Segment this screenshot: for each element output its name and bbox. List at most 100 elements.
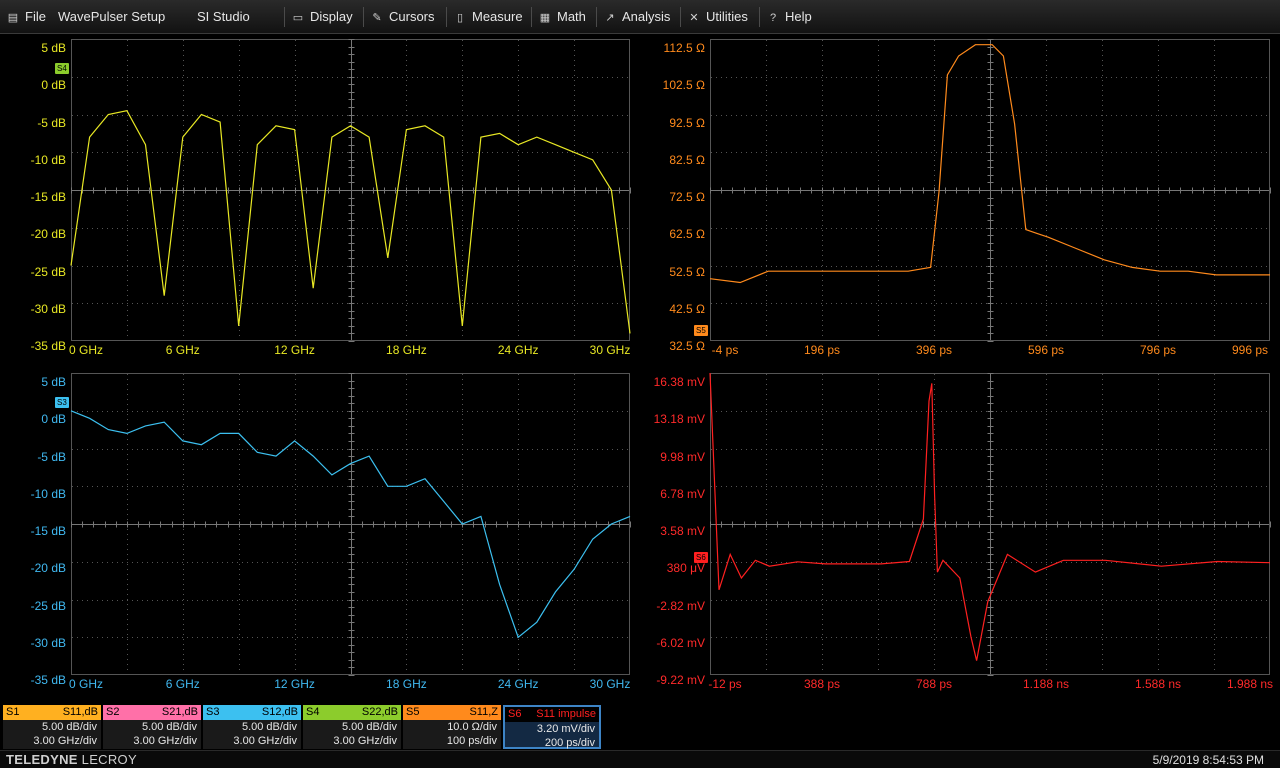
- y-axis-label: 112.5 Ω: [663, 41, 705, 55]
- x-axis-label: 1.188 ns: [1022, 677, 1070, 691]
- y-axis-label: -30 dB: [30, 301, 66, 316]
- grid-bottom-left[interactable]: [70, 373, 631, 676]
- trace-marker[interactable]: S4: [55, 63, 69, 74]
- menu-wavepulser-setup-label: WavePulser Setup: [58, 9, 166, 24]
- descriptor-name: S4: [306, 706, 320, 718]
- x-axis-label: 196 ps: [803, 343, 841, 357]
- y-axis-label: -15 dB: [30, 524, 66, 538]
- trace-marker[interactable]: S3: [55, 397, 69, 408]
- trace-line: [70, 110, 631, 334]
- descriptor-s3[interactable]: S3 S12,dB 5.00 dB/div 3.00 GHz/div: [203, 705, 301, 749]
- menu-display-label: Display: [310, 9, 353, 24]
- menu-bar: ▤ File WavePulser Setup SI Studio ▭ Displa…: [0, 0, 1280, 34]
- menu-file-label: File: [25, 9, 46, 24]
- grid-top-right[interactable]: [709, 39, 1271, 342]
- descriptor-hscale: 100 ps/div: [446, 735, 497, 747]
- y-axis-label: -9.22 mV: [656, 673, 705, 687]
- display-icon: ▭: [292, 12, 304, 24]
- descriptor-name: S6: [508, 708, 522, 720]
- help-icon: ?: [769, 12, 777, 24]
- y-axis-label: -25 dB: [30, 598, 66, 613]
- y-axis-label: -6.02 mV: [656, 635, 705, 650]
- descriptor-vscale: 5.00 dB/div: [241, 721, 297, 733]
- menu-measure[interactable]: ▯ Measure: [453, 0, 523, 34]
- x-axis-label: 1.988 ns: [1226, 677, 1274, 691]
- y-axis-label: 9.98 mV: [660, 449, 705, 464]
- menu-cursors[interactable]: ✎ Cursors: [370, 0, 435, 34]
- menu-analysis[interactable]: ↗ Analysis: [603, 0, 670, 34]
- y-axis-label: 82.5 Ω: [669, 152, 705, 167]
- grid-top-left[interactable]: [70, 39, 631, 342]
- y-axis-label: 62.5 Ω: [669, 227, 705, 242]
- x-axis-label: 30 GHz: [589, 677, 631, 691]
- descriptor-s1[interactable]: S1 S11,dB 5.00 dB/div 3.00 GHz/div: [3, 705, 101, 749]
- menu-cursors-label: Cursors: [389, 9, 435, 24]
- x-axis-label: 388 ps: [803, 677, 841, 691]
- y-axis-label: -10 dB: [30, 152, 66, 167]
- y-axis-label: 380 μV: [666, 561, 705, 576]
- trace-marker[interactable]: S6: [694, 552, 708, 563]
- x-axis-label: 24 GHz: [497, 343, 539, 357]
- x-axis-label: 996 ps: [1231, 343, 1269, 357]
- x-axis-label: 0 GHz: [68, 677, 104, 691]
- menu-help-label: Help: [785, 9, 812, 24]
- y-axis-label: -5 dB: [37, 115, 66, 130]
- x-axis-label: 12 GHz: [274, 343, 315, 357]
- descriptor-title: S22,dB: [361, 706, 398, 718]
- x-axis-label: -4 ps: [711, 343, 739, 357]
- clipboard-icon: ▤: [7, 12, 19, 24]
- descriptor-s4[interactable]: S4 S22,dB 5.00 dB/div 3.00 GHz/div: [303, 705, 401, 749]
- trace-marker[interactable]: S5: [694, 325, 708, 336]
- utilities-icon: ✕: [689, 12, 699, 24]
- menu-math[interactable]: ▦ Math: [538, 0, 586, 34]
- measure-icon: ▯: [456, 12, 464, 24]
- menu-measure-label: Measure: [472, 9, 523, 24]
- y-axis-label: 5 dB: [41, 41, 66, 55]
- menu-help[interactable]: ? Help: [766, 0, 812, 34]
- menu-divider: [284, 7, 285, 27]
- y-axis-label: -30 dB: [30, 635, 66, 650]
- x-axis-label: 596 ps: [1027, 343, 1065, 357]
- x-axis-label: 18 GHz: [386, 677, 427, 691]
- x-axis-label: 12 GHz: [274, 677, 315, 691]
- x-axis-label: 1.588 ns: [1134, 677, 1182, 691]
- y-axis-label: -10 dB: [30, 486, 66, 501]
- menu-utilities[interactable]: ✕ Utilities: [687, 0, 748, 34]
- descriptor-hscale: 3.00 GHz/div: [33, 735, 97, 747]
- descriptor-vscale: 5.00 dB/div: [341, 721, 397, 733]
- x-axis-label: 396 ps: [915, 343, 953, 357]
- descriptor-s2[interactable]: S2 S21,dB 5.00 dB/div 3.00 GHz/div: [103, 705, 201, 749]
- grid-bottom-right[interactable]: [709, 372, 1271, 676]
- x-axis-label: 24 GHz: [497, 677, 539, 691]
- analysis-icon: ↗: [605, 12, 615, 24]
- descriptor-name: S2: [106, 706, 120, 718]
- y-axis-label: 16.38 mV: [653, 375, 705, 389]
- menu-file[interactable]: ▤ File: [6, 0, 46, 34]
- y-axis-label: 0 dB: [41, 412, 66, 427]
- menu-si-studio-label: SI Studio: [197, 9, 250, 24]
- descriptor-title: S11,dB: [62, 706, 98, 718]
- y-axis-label: 32.5 Ω: [669, 339, 705, 353]
- x-axis-label: 796 ps: [1139, 343, 1177, 357]
- descriptor-title: S21,dB: [161, 706, 198, 718]
- menu-display[interactable]: ▭ Display: [291, 0, 353, 34]
- y-axis-label: 102.5 Ω: [662, 78, 705, 93]
- menu-wavepulser-setup[interactable]: WavePulser Setup: [58, 0, 165, 34]
- descriptor-s5[interactable]: S5 S11,Z 10.0 Ω/div 100 ps/div: [403, 705, 501, 749]
- y-axis-label: 6.78 mV: [660, 486, 705, 501]
- menu-si-studio[interactable]: SI Studio: [197, 0, 250, 34]
- y-axis-label: -15 dB: [30, 190, 66, 204]
- menu-analysis-label: Analysis: [622, 9, 671, 24]
- descriptor-vscale: 3.20 mV/div: [536, 723, 595, 735]
- y-axis-label: 72.5 Ω: [669, 190, 705, 204]
- descriptor-name: S3: [206, 706, 220, 718]
- menu-divider: [531, 7, 532, 27]
- x-axis-label: 788 ps: [915, 677, 953, 691]
- menu-utilities-label: Utilities: [706, 9, 748, 24]
- x-axis-label: 30 GHz: [589, 343, 631, 357]
- y-axis-label: -20 dB: [30, 227, 66, 242]
- menu-divider: [680, 7, 681, 27]
- menu-divider: [363, 7, 364, 27]
- y-axis-label: 5 dB: [41, 375, 66, 389]
- descriptor-s6[interactable]: S6 S11 impulse 3.20 mV/div 200 ps/div: [503, 705, 601, 749]
